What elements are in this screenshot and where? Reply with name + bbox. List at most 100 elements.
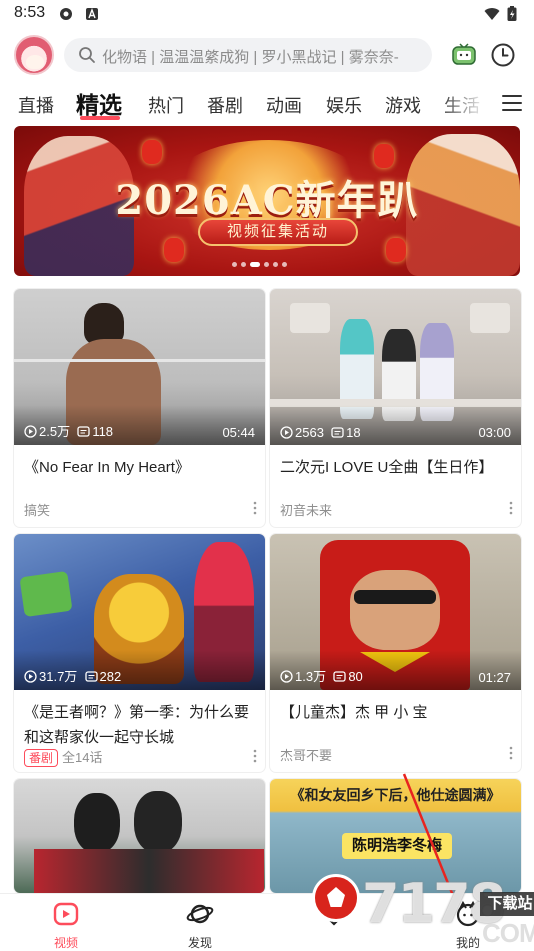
lantern-icon: [386, 238, 406, 262]
thumb-face: [350, 570, 440, 650]
more-options-icon[interactable]: [253, 749, 257, 763]
thumb-window: [470, 303, 510, 333]
video-duration: 05:44: [222, 425, 255, 440]
play-count-icon: [280, 670, 293, 683]
watermark-logo: [312, 874, 360, 922]
watermark-tag: 下载站: [480, 892, 534, 916]
wifi-icon: [484, 8, 500, 20]
lantern-icon: [374, 144, 394, 168]
header-search-row: 化物语 | 温温温綮成狗 | 罗小黑战记 | 雾奈奈-: [0, 32, 534, 80]
video-uploader: 初音未来: [280, 503, 333, 518]
category-tabs: 直播 精选 热门 番剧 动画 娱乐 游戏 生活: [0, 84, 534, 124]
video-uploader: 搞笑: [24, 503, 51, 518]
search-placeholder: 化物语 | 温温温綮成狗 | 罗小黑战记 | 雾奈奈-: [102, 49, 399, 66]
active-tab-indicator: [80, 116, 120, 120]
comment-count: 18: [346, 425, 361, 440]
thumb-rail: [14, 359, 265, 362]
more-options-icon[interactable]: [253, 501, 257, 515]
thumb-figure: [74, 793, 120, 853]
comment-count: 80: [348, 669, 363, 684]
pager-dot: [264, 262, 269, 267]
view-count: 2563: [295, 425, 324, 440]
pager-dot-active: [250, 262, 260, 267]
pager-dot: [232, 262, 237, 267]
video-thumbnail: 2.5万 118 05:44: [14, 289, 265, 445]
danmaku-icon: [333, 671, 346, 682]
banner-subtitle: 视频征集活动: [198, 218, 358, 246]
video-stats: 2.5万 118: [24, 421, 113, 440]
video-card[interactable]: 31.7万 282 《是王者啊？》第一季：为什么要和这帮家伙一起守长城 番剧 全1…: [14, 534, 265, 772]
play-count-icon: [280, 426, 293, 439]
video-title: 【儿童杰】杰 甲 小 宝: [280, 704, 428, 721]
video-duration: 01:27: [478, 670, 511, 685]
video-uploader: 杰哥不要: [280, 748, 333, 763]
search-bar[interactable]: 化物语 | 温温温綮成狗 | 罗小黑战记 | 雾奈奈-: [64, 38, 432, 72]
video-duration: 03:00: [478, 425, 511, 440]
video-tab-icon: [53, 902, 79, 926]
tab-anime-series[interactable]: 番剧: [207, 92, 243, 118]
video-thumbnail: 31.7万 282: [14, 534, 265, 690]
thumb-logo-shape: [19, 570, 73, 618]
video-card[interactable]: 1.3万 80 01:27 【儿童杰】杰 甲 小 宝 杰哥不要: [270, 534, 521, 772]
play-count-icon: [24, 425, 37, 438]
danmaku-icon: [77, 426, 90, 437]
nav-video-label: 视频: [53, 936, 78, 950]
menu-icon[interactable]: [502, 94, 522, 112]
more-options-icon[interactable]: [509, 501, 513, 515]
view-count: 1.3万: [295, 669, 327, 684]
tv-game-icon[interactable]: [451, 42, 477, 68]
video-card[interactable]: 2563 18 03:00 二次元I LOVE U全曲【生日作】 初音未来: [270, 289, 521, 527]
video-thumbnail: [14, 779, 265, 893]
pager-dot: [241, 262, 246, 267]
episode-count: 全14话: [62, 750, 103, 765]
battery-icon: [507, 6, 517, 21]
video-thumbnail: 2563 18 03:00: [270, 289, 521, 445]
danmaku-icon: [331, 427, 344, 438]
lantern-icon: [142, 140, 162, 164]
tab-hot[interactable]: 热门: [148, 92, 184, 118]
thumb-window: [290, 303, 330, 333]
tabs-fade: [440, 84, 492, 124]
video-stats: 1.3万 80: [280, 666, 363, 685]
site-watermark: 7178 下载站 COM: [312, 868, 534, 950]
video-title: 《No Fear In My Heart》: [24, 459, 190, 476]
video-stats: 31.7万 282: [24, 666, 121, 685]
settings-gear-icon: [60, 8, 72, 20]
pager-dot: [282, 262, 287, 267]
danmaku-icon: [84, 671, 98, 682]
nav-discover-label: 发现: [187, 936, 212, 950]
status-time: 8:53: [14, 4, 46, 21]
comment-count: 282: [99, 669, 122, 684]
planet-icon: [186, 904, 214, 924]
tab-live[interactable]: 直播: [18, 92, 54, 118]
view-count: 31.7万: [39, 669, 78, 684]
promo-banner[interactable]: 2026AC新年趴 视频征集活动: [14, 126, 520, 276]
nav-video[interactable]: 视频: [26, 894, 106, 951]
play-count-icon: [24, 670, 37, 683]
video-card[interactable]: [14, 779, 265, 893]
thumb-uniforms: [34, 849, 264, 893]
watermark-domain: COM: [482, 918, 534, 948]
nav-discover[interactable]: 发现: [160, 894, 240, 951]
tab-animation[interactable]: 动画: [266, 92, 302, 118]
more-options-icon[interactable]: [509, 746, 513, 760]
tab-games[interactable]: 游戏: [385, 92, 421, 118]
video-card[interactable]: 2.5万 118 05:44 《No Fear In My Heart》 搞笑: [14, 289, 265, 527]
video-stats: 2563 18: [280, 425, 361, 440]
view-count: 2.5万: [39, 424, 71, 439]
video-title: 二次元I LOVE U全曲【生日作】: [280, 459, 494, 476]
notification-a-icon: [86, 8, 98, 20]
lantern-icon: [164, 238, 184, 262]
thumb-glasses: [354, 590, 436, 604]
type-badge: 番剧: [24, 749, 59, 767]
tab-entertainment[interactable]: 娱乐: [326, 92, 362, 118]
thumb-figure: [134, 791, 182, 853]
video-meta: 番剧 全14话: [24, 747, 102, 767]
pager-dot: [273, 262, 278, 267]
history-clock-icon[interactable]: [490, 42, 516, 68]
video-title: 《是王者啊？》第一季：为什么要和这帮家伙一起守长城: [24, 704, 250, 746]
user-avatar[interactable]: [14, 35, 54, 75]
video-thumbnail: 1.3万 80 01:27: [270, 534, 521, 690]
tab-featured[interactable]: 精选: [76, 86, 122, 120]
status-bar: 8:53: [0, 0, 534, 30]
